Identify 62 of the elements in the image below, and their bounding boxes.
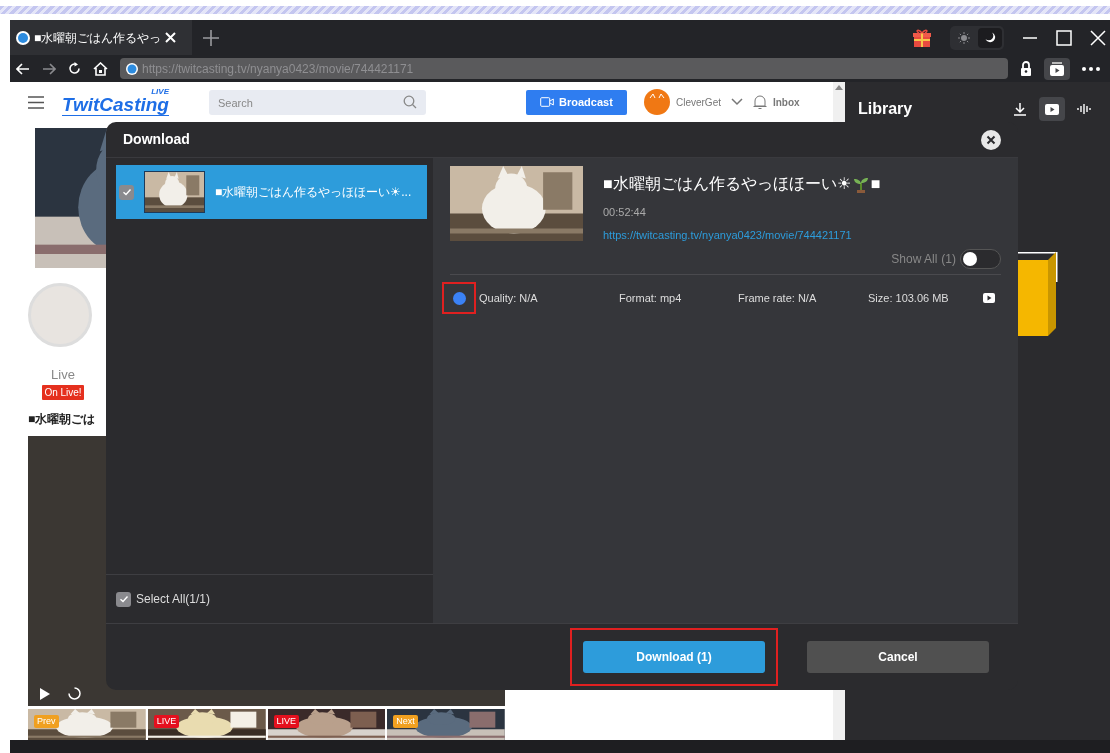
- logo-tag: LIVE: [151, 88, 169, 96]
- format-text: Format: mp4: [619, 290, 683, 306]
- menu-icon[interactable]: [28, 95, 44, 109]
- live-tab[interactable]: Live: [51, 365, 75, 385]
- moon-icon[interactable]: [978, 27, 1002, 48]
- close-icon[interactable]: [1090, 29, 1106, 46]
- cancel-button[interactable]: Cancel: [807, 641, 989, 673]
- scroll-up-icon[interactable]: [835, 85, 843, 90]
- checkbox[interactable]: [116, 591, 131, 607]
- sprout-icon: [852, 175, 869, 193]
- show-all-label: Show All: [891, 250, 938, 268]
- broadcast-title: ■水曜朝ごは: [28, 410, 97, 428]
- on-live-badge: On Live!: [42, 384, 84, 400]
- frame-rate-text: Frame rate: N/A: [738, 290, 818, 306]
- back-icon[interactable]: [16, 62, 30, 75]
- tab-favicon-icon: [16, 30, 30, 45]
- rewind-icon[interactable]: [68, 687, 81, 700]
- close-icon[interactable]: [981, 129, 1001, 150]
- show-all-count: (1): [941, 250, 956, 268]
- search-icon[interactable]: [402, 94, 417, 109]
- download-button[interactable]: Download (1): [583, 641, 765, 673]
- check-icon: [118, 594, 129, 604]
- more-icon[interactable]: [1082, 66, 1100, 71]
- title-end-mark: ■: [870, 174, 881, 194]
- forward-icon[interactable]: [42, 62, 56, 75]
- video-url-link[interactable]: https://twitcasting.tv/nyanya0423/movie/744421171: [603, 226, 881, 243]
- broadcast-button[interactable]: Broadcast: [525, 89, 627, 115]
- video-title: ■水曜朝ごはん作るやっほほーい☀...: [215, 184, 412, 201]
- video-title: ■水曜朝ごはん作るやっほほーい☀: [603, 174, 851, 194]
- inbox-link[interactable]: Inbox: [773, 94, 800, 110]
- gift-icon[interactable]: [912, 27, 932, 48]
- theme-toggle[interactable]: [950, 25, 1004, 50]
- lock-icon[interactable]: [1020, 61, 1032, 76]
- video-tab-icon[interactable]: [1039, 97, 1065, 121]
- select-all-label[interactable]: Select All(1/1): [136, 590, 211, 608]
- duration: 00:52:44: [603, 205, 647, 220]
- site-icon: [126, 62, 138, 75]
- video-icon: [1050, 61, 1064, 76]
- user-name[interactable]: CleverGet: [675, 94, 721, 110]
- reload-icon[interactable]: [68, 62, 81, 75]
- search-field[interactable]: Search: [208, 90, 426, 115]
- video-thumbnail[interactable]: LIVE: [267, 708, 386, 741]
- bell-icon[interactable]: [753, 94, 767, 110]
- library-button[interactable]: [1044, 57, 1070, 80]
- library-title: Library: [858, 99, 914, 119]
- tab-title: ■水曜朝ごはん作るやっ: [34, 29, 162, 47]
- home-icon[interactable]: [93, 61, 108, 76]
- radio-button[interactable]: [452, 291, 466, 305]
- show-all-switch[interactable]: [960, 248, 1001, 269]
- play-icon[interactable]: [40, 687, 50, 700]
- close-icon[interactable]: [165, 32, 177, 43]
- video-thumbnail[interactable]: LIVE: [147, 708, 266, 741]
- size-text: Size: 103.06 MB: [868, 290, 950, 306]
- maximize-icon[interactable]: [1056, 29, 1072, 46]
- chevron-down-icon[interactable]: [731, 98, 743, 106]
- browser-tab[interactable]: ■水曜朝ごはん作るやっ: [10, 20, 192, 55]
- video-icon: [983, 293, 995, 303]
- new-tab-icon[interactable]: [202, 28, 220, 47]
- site-logo[interactable]: TwitCasting: [62, 95, 169, 116]
- quality-text: Quality: N/A: [479, 290, 539, 306]
- avatar[interactable]: [643, 89, 670, 115]
- camera-icon: [540, 97, 555, 107]
